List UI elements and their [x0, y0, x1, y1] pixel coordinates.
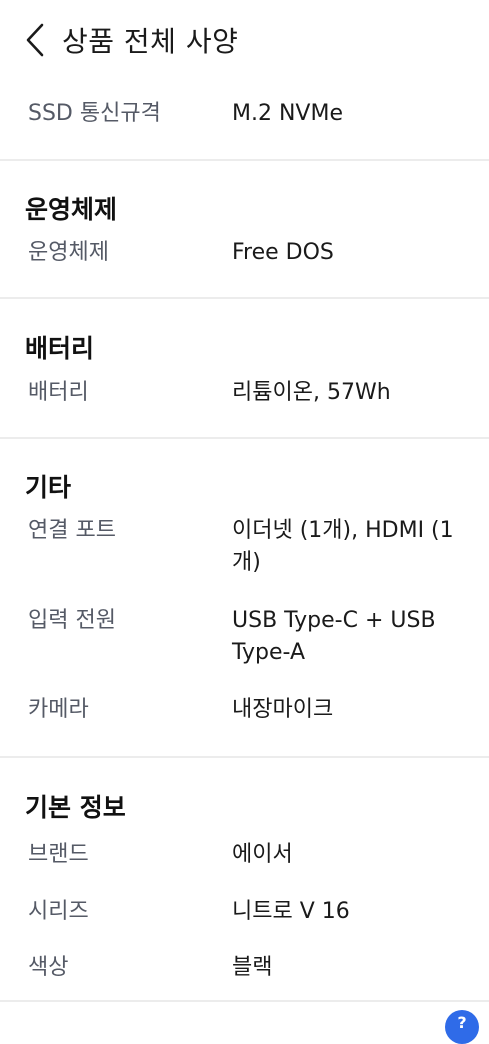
spec-label: SSD 통신규격: [28, 101, 161, 126]
spec-label: 연결 포트: [28, 518, 116, 543]
spec-section-basic-info: 기본 정보 브랜드 에이서 시리즈 니트로 V 16 색상 블랙: [0, 758, 489, 984]
page-title: 상품 전체 사양: [62, 25, 239, 58]
spec-value: M.2 NVMe: [232, 101, 343, 126]
spec-row: 배터리 리튬이온, 57Wh: [0, 377, 489, 409]
spec-value: USB Type-C + USB Type-A: [232, 608, 436, 665]
spec-value: 니트로 V 16: [232, 899, 350, 924]
spec-row: 카메라 내장마이크: [0, 694, 489, 726]
help-icon: ?: [457, 1013, 467, 1032]
top-app-bar: 상품 전체 사양: [0, 0, 489, 80]
spec-label: 브랜드: [28, 842, 89, 867]
spec-row: 운영체제 Free DOS: [0, 237, 489, 269]
spec-label: 배터리: [28, 380, 89, 405]
spec-value: 내장마이크: [232, 697, 334, 722]
section-title: 운영체제: [25, 195, 118, 224]
bottom-bar: [0, 1000, 489, 1024]
spec-label: 색상: [28, 955, 69, 980]
spec-label: 운영체제: [28, 240, 109, 265]
spec-value: 리튬이온, 57Wh: [232, 380, 391, 405]
spec-value: 블랙: [232, 955, 273, 980]
spec-section-battery: 배터리 배터리 리튬이온, 57Wh: [0, 299, 489, 437]
spec-section-storage: SSD 통신규격 M.2 NVMe: [0, 80, 489, 159]
chevron-left-icon: [26, 23, 44, 57]
spec-value: 에이서: [232, 842, 293, 867]
spec-row: SSD 통신규격 M.2 NVMe: [0, 98, 489, 130]
back-button[interactable]: [0, 0, 62, 80]
section-title: 기타: [25, 473, 72, 502]
spec-section-os: 운영체제 운영체제 Free DOS: [0, 161, 489, 297]
spec-section-misc: 기타 연결 포트 이더넷 (1개), HDMI (1개) 입력 전원 USB T…: [0, 439, 489, 756]
spec-row: 입력 전원 USB Type-C + USB Type-A: [0, 605, 489, 669]
spec-label: 카메라: [28, 697, 89, 722]
spec-row: 색상 블랙: [0, 952, 489, 984]
spec-value: 이더넷 (1개), HDMI (1개): [232, 518, 454, 575]
spec-label: 시리즈: [28, 899, 89, 924]
section-title: 기본 정보: [25, 793, 126, 822]
spec-row: 연결 포트 이더넷 (1개), HDMI (1개): [0, 515, 489, 579]
spec-row: 시리즈 니트로 V 16: [0, 896, 489, 928]
section-title: 배터리: [25, 334, 95, 363]
spec-value: Free DOS: [232, 240, 334, 265]
spec-label: 입력 전원: [28, 608, 116, 633]
spec-list: SSD 통신규격 M.2 NVMe 운영체제 운영체제 Free DOS 배터리…: [0, 80, 489, 984]
help-button[interactable]: ?: [445, 1010, 479, 1044]
spec-row: 브랜드 에이서: [0, 839, 489, 871]
